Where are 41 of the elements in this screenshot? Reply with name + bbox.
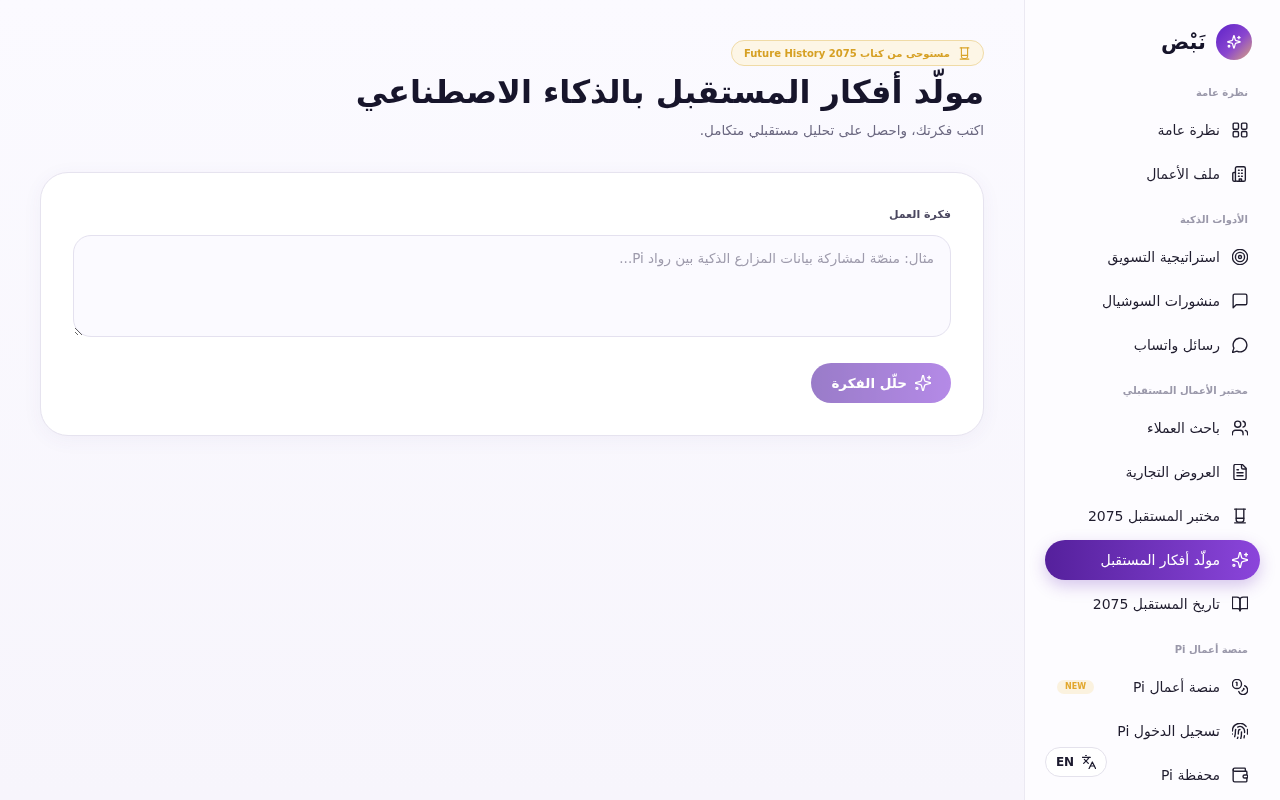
brand-name: نَبْض — [1160, 31, 1206, 53]
target-icon — [1232, 249, 1248, 265]
section-heading: الأدوات الذكية — [1179, 212, 1249, 227]
section-heading: نظرة عامة — [1196, 86, 1249, 101]
users-icon — [1232, 420, 1248, 436]
sparkles-icon — [1232, 552, 1248, 568]
coins-icon — [1232, 679, 1248, 695]
building-icon — [1232, 166, 1248, 182]
inspiration-text: مستوحى من كتاب Future History 2075 — [743, 46, 950, 61]
sidebar-item[interactable]: استراتيجية التسويق — [1095, 237, 1260, 277]
glass-icon — [958, 46, 971, 60]
sidebar-item[interactable]: منصة أعمال Pi — [1120, 667, 1260, 707]
sidebar-item[interactable]: تسجيل الدخول Pi — [1105, 711, 1260, 751]
grid-icon — [1232, 122, 1248, 138]
sidebar-item[interactable]: مولّد أفكار المستقبل — [1045, 540, 1260, 580]
wallet-icon — [1232, 767, 1248, 783]
section-heading: منصة أعمال Pi — [1174, 642, 1249, 657]
field-label: فكرة العمل — [888, 207, 951, 223]
glass-icon — [1232, 508, 1248, 524]
fingerprint-icon — [1232, 723, 1248, 739]
chat-bubble-icon — [1232, 293, 1248, 309]
sidebar-item[interactable]: ملف الأعمال — [1134, 154, 1260, 194]
language-button[interactable]: EN — [1045, 747, 1107, 777]
book-icon — [1232, 596, 1248, 612]
document-icon — [1232, 464, 1248, 480]
sidebar-item[interactable]: باحث العملاء — [1135, 408, 1260, 448]
page-title: مولّد أفكار المستقبل بالذكاء الاصطناعي — [355, 70, 984, 114]
section-heading: مختبر الأعمال المستقبلي — [1122, 383, 1249, 399]
sidebar-item[interactable]: محفظة Pi — [1148, 755, 1260, 795]
sparkles-icon — [915, 375, 931, 391]
sidebar-item[interactable]: مختبر المستقبل 2075 — [1075, 496, 1260, 536]
page-subtitle: اكتب فكرتك، واحصل على تحليل مستقبلي متكامل. — [699, 121, 984, 140]
sidebar-item[interactable]: تاريخ المستقبل 2075 — [1080, 584, 1260, 624]
idea-input[interactable]: مثال: منصّة لمشاركة بيانات المزارع الذكية بين رواد Pi... — [73, 235, 951, 337]
sidebar-item[interactable]: منشورات السوشيال — [1090, 281, 1260, 321]
new-tag: NEW — [1057, 680, 1094, 694]
translate-icon — [1082, 755, 1097, 769]
sidebar-item[interactable]: العروض التجارية — [1113, 452, 1260, 492]
sidebar-item[interactable]: نظرة عامة — [1145, 110, 1260, 150]
sidebar-item[interactable]: رسائل واتساب — [1121, 325, 1260, 365]
logo-icon — [1216, 24, 1252, 60]
